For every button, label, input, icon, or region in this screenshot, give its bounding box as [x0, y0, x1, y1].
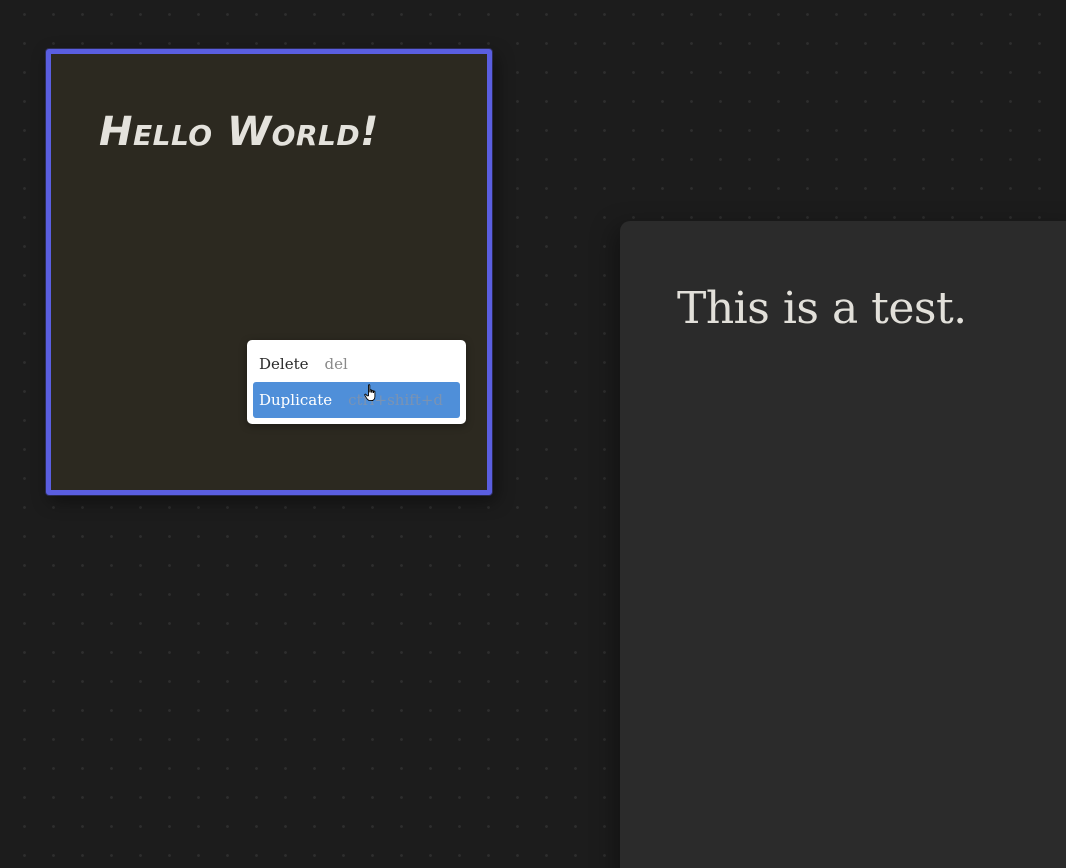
note-card-selected[interactable]: Hello World!	[46, 49, 492, 495]
menu-item-duplicate[interactable]: Duplicate ctrl+shift+d	[253, 382, 460, 418]
menu-item-label: Delete	[259, 355, 309, 373]
document-text[interactable]: This is a test.	[677, 287, 967, 331]
canvas[interactable]: Hello World! This is a test. Delete del …	[0, 0, 1066, 868]
note-title[interactable]: Hello World!	[99, 112, 379, 152]
menu-item-shortcut: ctrl+shift+d	[348, 391, 444, 409]
menu-item-delete[interactable]: Delete del	[253, 346, 460, 382]
context-menu: Delete del Duplicate ctrl+shift+d	[247, 340, 466, 424]
menu-item-label: Duplicate	[259, 391, 333, 409]
menu-item-shortcut: del	[324, 355, 348, 373]
document-panel[interactable]: This is a test.	[620, 221, 1066, 868]
hand-pointer-icon	[364, 384, 376, 402]
